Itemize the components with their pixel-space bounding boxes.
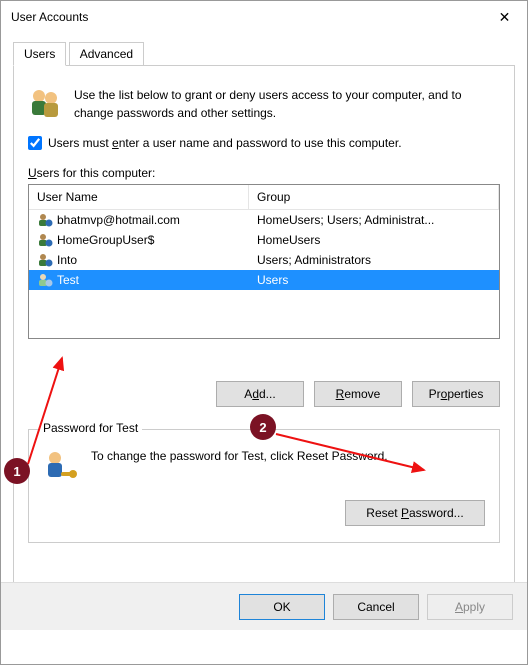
list-item[interactable]: bhatmvp@hotmail.com HomeUsers; Users; Ad… bbox=[29, 210, 499, 230]
column-header-group[interactable]: Group bbox=[249, 185, 499, 209]
users-listview[interactable]: User Name Group bhatmvp@hotmail.com Home… bbox=[28, 184, 500, 339]
users-list-label: Users for this computer: bbox=[28, 166, 500, 180]
user-group-cell: Users bbox=[249, 272, 499, 288]
titlebar: User Accounts ✕ bbox=[1, 1, 527, 33]
annotation-badge-2: 2 bbox=[250, 414, 276, 440]
intro-text: Use the list below to grant or deny user… bbox=[74, 86, 500, 122]
tab-panel-users: Use the list below to grant or deny user… bbox=[13, 65, 515, 618]
reset-password-button[interactable]: Reset Password... bbox=[345, 500, 485, 526]
require-login-checkbox[interactable] bbox=[28, 136, 42, 150]
apply-button[interactable]: Apply bbox=[427, 594, 513, 620]
require-login-checkbox-row: Users must enter a user name and passwor… bbox=[28, 136, 500, 150]
close-button[interactable]: ✕ bbox=[482, 1, 527, 33]
password-instruction-text: To change the password for Test, click R… bbox=[91, 448, 485, 465]
user-icon bbox=[37, 272, 53, 288]
tab-users[interactable]: Users bbox=[13, 42, 66, 66]
password-group: Password for Test To change the password… bbox=[28, 429, 500, 543]
key-user-icon bbox=[43, 448, 77, 482]
tabstrip: Users Advanced bbox=[13, 41, 515, 65]
user-name-cell: Test bbox=[57, 273, 79, 287]
ok-button[interactable]: OK bbox=[239, 594, 325, 620]
tab-advanced[interactable]: Advanced bbox=[69, 42, 144, 65]
intro-row: Use the list below to grant or deny user… bbox=[28, 86, 500, 122]
properties-button[interactable]: Properties bbox=[412, 381, 500, 407]
user-icon bbox=[37, 232, 53, 248]
user-name-cell: HomeGroupUser$ bbox=[57, 233, 154, 247]
window-title: User Accounts bbox=[11, 10, 88, 24]
listview-body: bhatmvp@hotmail.com HomeUsers; Users; Ad… bbox=[29, 210, 499, 290]
user-group-cell: Users; Administrators bbox=[249, 252, 499, 268]
user-name-cell: bhatmvp@hotmail.com bbox=[57, 213, 180, 227]
list-item[interactable]: Into Users; Administrators bbox=[29, 250, 499, 270]
user-action-buttons: Add... Remove Properties bbox=[28, 381, 500, 407]
user-group-cell: HomeUsers bbox=[249, 232, 499, 248]
password-group-legend: Password for Test bbox=[39, 421, 142, 435]
user-name-cell: Into bbox=[57, 253, 77, 267]
user-icon bbox=[37, 252, 53, 268]
user-icon bbox=[37, 212, 53, 228]
listview-header: User Name Group bbox=[29, 185, 499, 210]
content-area: Users Advanced Use the list below to gra… bbox=[1, 33, 527, 630]
users-icon bbox=[28, 86, 62, 120]
list-item[interactable]: HomeGroupUser$ HomeUsers bbox=[29, 230, 499, 250]
list-item[interactable]: Test Users bbox=[29, 270, 499, 290]
dialog-button-bar: OK Cancel Apply bbox=[1, 582, 527, 630]
add-button[interactable]: Add... bbox=[216, 381, 304, 407]
remove-button[interactable]: Remove bbox=[314, 381, 402, 407]
close-icon: ✕ bbox=[499, 9, 511, 26]
column-header-username[interactable]: User Name bbox=[29, 185, 249, 209]
require-login-label: Users must enter a user name and passwor… bbox=[48, 136, 402, 150]
user-group-cell: HomeUsers; Users; Administrat... bbox=[249, 212, 499, 228]
annotation-badge-1: 1 bbox=[4, 458, 30, 484]
cancel-button[interactable]: Cancel bbox=[333, 594, 419, 620]
